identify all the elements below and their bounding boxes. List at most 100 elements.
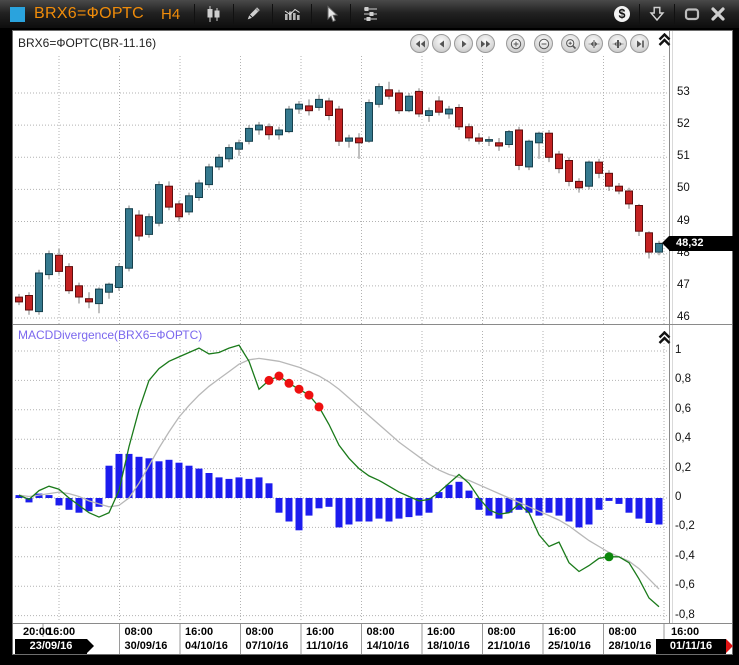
restore-window-button[interactable] xyxy=(679,2,705,26)
trading-chart-window: BRX6=ФОРТС H4 $ BRX6=ФОРТС(BR-11.16) MAC… xyxy=(0,0,739,665)
price-axis-tick: 51 xyxy=(677,150,690,162)
date-axis-label: 07/10/16 xyxy=(246,640,289,652)
date-axis-label: 11/10/16 xyxy=(306,640,348,652)
macd-panel-label: MACDDivergence(BRX6=ФОРТС) xyxy=(18,328,202,342)
time-axis-label: 08:00 xyxy=(246,626,274,638)
magnifier-zoom-icon xyxy=(565,38,577,50)
main-chart-label: BRX6=ФОРТС(BR-11.16) xyxy=(18,36,156,50)
macd-axis-tick: 1 xyxy=(675,344,681,356)
badge-arrow-icon xyxy=(726,639,733,653)
download-arrow-icon xyxy=(648,5,666,23)
macd-axis-tick: 0,6 xyxy=(675,403,691,415)
indicator-chart-icon xyxy=(283,5,301,23)
macd-line xyxy=(19,345,659,607)
rewind-button[interactable] xyxy=(410,34,429,53)
time-axis-label: 16:00 xyxy=(47,626,75,638)
macd-axis-tick: 0,8 xyxy=(675,373,691,385)
macd-axis-tick: 0,2 xyxy=(675,462,691,474)
toolbar-separator xyxy=(674,4,675,24)
zoom-out-button[interactable] xyxy=(534,34,553,53)
compress-vertical-icon xyxy=(612,38,624,50)
step-back-icon xyxy=(436,38,448,50)
dollar-button[interactable]: $ xyxy=(609,2,635,26)
time-axis-label: 08:00 xyxy=(367,626,395,638)
candlestick-chart-icon xyxy=(205,5,223,23)
time-axis-label: 08:00 xyxy=(125,626,153,638)
badge-arrow-icon xyxy=(87,639,94,653)
toolbar-separator xyxy=(350,4,351,24)
date-axis-label: 04/10/16 xyxy=(185,640,228,652)
pencil-button[interactable] xyxy=(238,2,268,26)
chart-canvas[interactable] xyxy=(13,31,732,654)
window-title-symbol: BRX6=ФОРТС xyxy=(34,5,144,23)
step-forward-icon xyxy=(458,38,470,50)
chart-panel-area: BRX6=ФОРТС(BR-11.16) MACDDivergence(BRX6… xyxy=(12,30,733,655)
rewind-icon xyxy=(414,38,426,50)
zoom-out-icon xyxy=(538,38,550,50)
levels-icon xyxy=(361,5,379,23)
cursor-button[interactable] xyxy=(316,2,346,26)
toolbar-separator xyxy=(639,4,640,24)
compress-horizontal-icon xyxy=(588,38,600,50)
last-price-badge: 48,32 xyxy=(669,236,733,251)
zoom-in-icon xyxy=(510,38,522,50)
price-arrow-icon xyxy=(662,236,669,250)
toolbar-separator xyxy=(272,4,273,24)
magnifier-zoom-button[interactable] xyxy=(561,34,580,53)
macd-axis-tick: -0,4 xyxy=(675,550,695,562)
price-axis-tick: 47 xyxy=(677,279,690,291)
fast-forward-button[interactable] xyxy=(476,34,495,53)
date-axis-label: 30/09/16 xyxy=(125,640,168,652)
end-date-badge: 01/11/16 xyxy=(656,639,726,654)
pencil-icon xyxy=(244,5,262,23)
download-arrow-button[interactable] xyxy=(644,2,670,26)
macd-axis-tick: 0,4 xyxy=(675,432,691,444)
price-axis-tick: 53 xyxy=(677,86,690,98)
candlestick-chart-button[interactable] xyxy=(199,2,229,26)
price-axis-tick: 49 xyxy=(677,215,690,227)
levels-button[interactable] xyxy=(355,2,385,26)
collapse-main-panel-button[interactable] xyxy=(657,33,672,47)
symbol-color-square xyxy=(10,7,25,22)
step-back-button[interactable] xyxy=(432,34,451,53)
collapse-macd-panel-button[interactable] xyxy=(657,331,672,345)
compress-vertical-button[interactable] xyxy=(608,34,627,53)
svg-text:$: $ xyxy=(619,7,626,21)
time-axis-label: 16:00 xyxy=(306,626,334,638)
signal-line xyxy=(19,358,659,589)
macd-axis-tick: -0,8 xyxy=(675,609,695,621)
close-icon xyxy=(709,5,727,23)
title-bar[interactable]: BRX6=ФОРТС H4 $ xyxy=(0,0,739,28)
toolbar-separator xyxy=(194,4,195,24)
go-to-end-button[interactable] xyxy=(630,34,649,53)
date-axis-label: 28/10/16 xyxy=(609,640,652,652)
cursor-icon xyxy=(322,5,340,23)
compress-horizontal-button[interactable] xyxy=(584,34,603,53)
macd-axis-tick: -0,2 xyxy=(675,520,695,532)
macd-axis-tick: -0,6 xyxy=(675,579,695,591)
time-axis-label: 08:00 xyxy=(609,626,637,638)
go-to-end-icon xyxy=(634,38,646,50)
fast-forward-icon xyxy=(480,38,492,50)
zoom-in-button[interactable] xyxy=(506,34,525,53)
time-axis-label: 08:00 xyxy=(488,626,516,638)
date-axis-label: 21/10/16 xyxy=(488,640,531,652)
toolbar-separator xyxy=(233,4,234,24)
close-button[interactable] xyxy=(705,2,731,26)
toolbar-separator xyxy=(311,4,312,24)
date-axis-label: 14/10/16 xyxy=(367,640,410,652)
time-axis-label: 16:00 xyxy=(185,626,213,638)
step-forward-button[interactable] xyxy=(454,34,473,53)
time-axis-label: 16:00 xyxy=(427,626,455,638)
price-axis-tick: 52 xyxy=(677,118,690,130)
timeframe-label: H4 xyxy=(161,6,180,23)
indicator-chart-button[interactable] xyxy=(277,2,307,26)
candles xyxy=(16,82,663,315)
macd-axis-tick: 0 xyxy=(675,491,681,503)
price-axis-tick: 46 xyxy=(677,311,690,323)
dollar-icon: $ xyxy=(613,5,631,23)
time-axis-label: 16:00 xyxy=(548,626,576,638)
macd-histogram xyxy=(16,454,663,530)
date-axis-label: 18/10/16 xyxy=(427,640,470,652)
date-axis-label: 25/10/16 xyxy=(548,640,591,652)
